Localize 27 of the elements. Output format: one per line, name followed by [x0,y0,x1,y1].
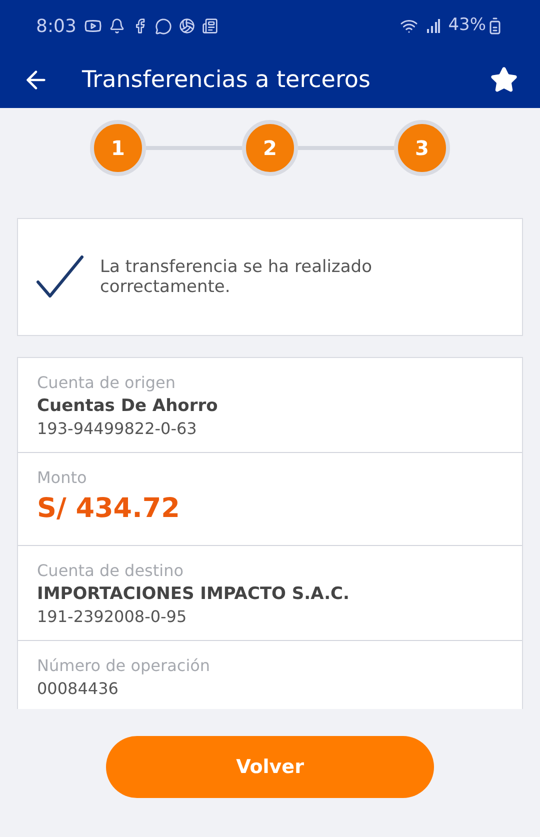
account-number: 191-2392008-0-95 [37,606,188,628]
account-name: Cuentas De Ahorro [37,395,219,418]
detail-label: Número de operación [37,655,212,677]
ball-icon [179,18,196,34]
account-name: IMPORTACIONES IMPACTO S.A.C. [37,583,350,606]
page-title: Transferencias a terceros [82,66,370,95]
detail-label: Cuenta de origen [37,372,176,394]
chat-icon [155,18,172,34]
wifi-icon [400,17,418,35]
news-icon [202,18,218,34]
check-icon [36,254,84,300]
step-indicator: 1 [90,120,146,176]
step-indicator: 2 [242,120,298,176]
star-icon [490,66,518,94]
operation-number: 00084436 [37,678,120,700]
step-indicator: 3 [394,120,450,176]
bell-icon [109,18,126,34]
account-number: 193-94499822-0-63 [37,418,198,440]
back-primary-button[interactable]: Volver [106,736,434,798]
status-time: 8:03 [36,14,76,38]
amount-value: S/ 434.72 [37,492,181,526]
battery-percent: 43% [448,14,486,38]
video-icon [84,17,102,35]
detail-label: Cuenta de destino [37,560,185,582]
success-message: La transferencia se ha realizado correctamente. [100,257,373,297]
detail-label: Monto [37,467,88,489]
signal-icon [426,19,440,33]
